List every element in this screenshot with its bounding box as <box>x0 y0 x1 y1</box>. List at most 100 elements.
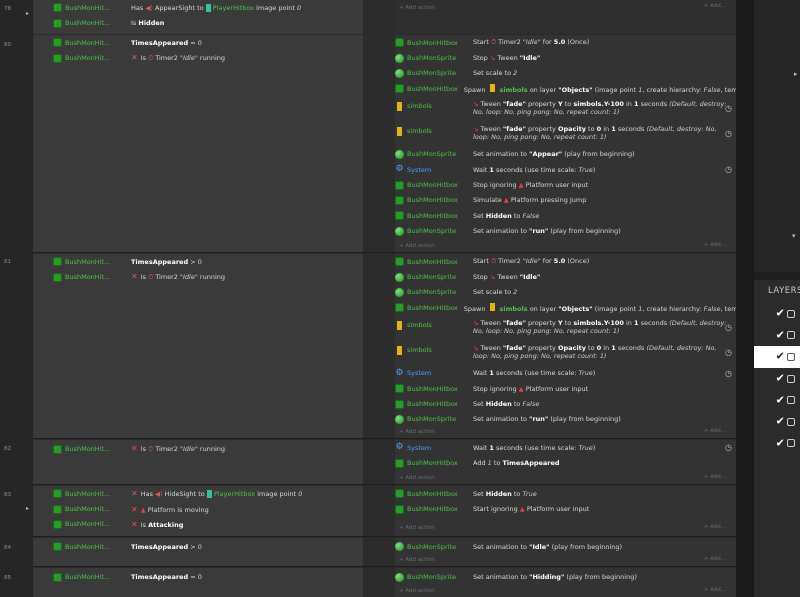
conditions-column[interactable]: BushMonHit... TimesAppeared > 0 <box>33 538 363 566</box>
condition-row[interactable]: BushMonHit... ✕ Is ⏱ Timer2 "Idle" runnin… <box>33 269 363 284</box>
condition-row[interactable]: BushMonHit... TimesAppeared > 0 <box>33 254 363 269</box>
action-text[interactable]: Set Hidden to True <box>467 490 537 498</box>
action-text[interactable]: Set Hidden to False <box>467 212 539 220</box>
action-text[interactable]: Stop ↘ Tween "Idle" <box>467 273 540 281</box>
action-text[interactable]: Wait 1 seconds (use time scale: True) <box>467 166 595 174</box>
scroll-right-icon[interactable]: ▸ <box>794 70 798 78</box>
add-action-link[interactable]: + Add action <box>399 240 435 252</box>
condition-row[interactable]: BushMonHit... Has ◀) AppearSight to Play… <box>33 0 363 15</box>
visibility-check-icon[interactable]: ✔ <box>776 373 785 385</box>
action-text[interactable]: Set animation to "run" (play from beginn… <box>467 415 621 423</box>
lock-icon[interactable] <box>787 396 796 405</box>
action-text[interactable]: ↘ Tween "fade" property Opacity to 0 in … <box>467 344 729 361</box>
layer-row[interactable]: ✔ <box>754 411 800 433</box>
collapse-arrow-icon[interactable]: ▸ <box>26 505 29 512</box>
action-text[interactable]: ↘ Tween "fade" property Y to simbols.Y-1… <box>467 319 729 336</box>
conditions-column[interactable]: BushMonHit... TimesAppeared = 0 BushMonH… <box>33 35 363 252</box>
visibility-check-icon[interactable]: ✔ <box>776 351 785 363</box>
action-text[interactable]: Set scale to 2 <box>467 288 517 296</box>
event-block[interactable]: BushMonHit... TimesAppeared > 0 BushMonS… <box>33 538 736 566</box>
layer-row-selected[interactable]: ✔ <box>754 346 800 368</box>
action-text[interactable]: Spawn simbols on layer "Objects" (image … <box>458 83 736 94</box>
action-text[interactable]: Stop ignoring ▲ Platform user input <box>467 385 588 393</box>
lock-icon[interactable] <box>787 374 796 383</box>
condition-row[interactable]: BushMonHit... Is Hidden <box>33 15 363 30</box>
lock-icon[interactable] <box>787 352 796 361</box>
condition-row[interactable]: BushMonHit... TimesAppeared = 0 <box>33 35 363 50</box>
actions-column[interactable]: BushMonSprite Set animation to "Idle" (pl… <box>395 538 736 555</box>
add-action-link[interactable]: + Add action <box>399 2 435 14</box>
condition-row[interactable]: BushMonHit... ✕ Is ⏱ Timer2 "Idle" runnin… <box>33 50 363 65</box>
scroll-down-icon[interactable]: ▾ <box>792 232 796 240</box>
action-text[interactable]: Spawn simbols on layer "Objects" (image … <box>458 302 736 313</box>
event-block[interactable]: BushMonHit... TimesAppeared = 0 BushMonS… <box>33 568 736 597</box>
event-block[interactable]: BushMonHit... ✕ Is ⏱ Timer2 "Idle" runnin… <box>33 440 736 484</box>
layers-list[interactable]: ✔ ✔ ✔ ✔ ✔ ✔ ✔ <box>754 303 800 454</box>
add-link[interactable]: + Add... <box>704 428 726 434</box>
action-text[interactable]: Set scale to 2 <box>467 69 517 77</box>
action-text[interactable]: Start ⏱ Timer2 "Idle" for 5.0 (Once) <box>467 257 589 266</box>
add-link[interactable]: + Add... <box>704 556 726 562</box>
action-text[interactable]: Set animation to "Idle" (play from begin… <box>467 543 622 551</box>
visibility-check-icon[interactable]: ✔ <box>776 416 785 428</box>
conditions-column[interactable]: BushMonHit... Has ◀) AppearSight to Play… <box>33 0 363 34</box>
lock-icon[interactable] <box>787 417 796 426</box>
layer-row[interactable]: ✔ <box>754 389 800 411</box>
lock-icon[interactable] <box>787 331 796 340</box>
condition-row[interactable]: BushMonHit... ✕ ▲ Platform is moving <box>33 501 363 516</box>
condition-row[interactable]: BushMonHit... TimesAppeared > 0 <box>33 538 363 555</box>
action-text[interactable]: Add 1 to TimesAppeared <box>467 459 560 467</box>
add-link[interactable]: + Add... <box>704 587 726 593</box>
actions-column[interactable]: ⚙ System Wait 1 seconds (use time scale: T… <box>395 440 736 471</box>
action-text[interactable]: Set animation to "Hidding" (play from be… <box>467 573 637 581</box>
action-text[interactable]: Wait 1 seconds (use time scale: True) <box>467 369 595 377</box>
visibility-check-icon[interactable]: ✔ <box>776 329 785 341</box>
condition-row[interactable]: BushMonHit... ✕ Is ⏱ Timer2 "Idle" runnin… <box>33 440 363 458</box>
action-text[interactable]: Start ⏱ Timer2 "Idle" for 5.0 (Once) <box>467 38 589 47</box>
layer-row[interactable]: ✔ <box>754 433 800 455</box>
actions-column[interactable]: BushMonHitbox Start ⏱ Timer2 "Idle" for 5… <box>395 35 736 239</box>
layer-row[interactable]: ✔ <box>754 303 800 325</box>
action-text[interactable]: Wait 1 seconds (use time scale: True) <box>467 444 595 452</box>
condition-row[interactable]: BushMonHit... TimesAppeared = 0 <box>33 568 363 586</box>
visibility-check-icon[interactable]: ✔ <box>776 308 785 320</box>
actions-column[interactable]: BushMonHitbox Set Hidden to True BushMonH… <box>395 486 736 517</box>
action-text[interactable]: Set Hidden to False <box>467 400 539 408</box>
event-block[interactable]: BushMonHit... Has ◀) AppearSight to Play… <box>33 0 736 34</box>
action-text[interactable]: Set animation to "run" (play from beginn… <box>467 227 621 235</box>
conditions-column[interactable]: BushMonHit... TimesAppeared > 0 BushMonH… <box>33 254 363 438</box>
action-text[interactable]: ↘ Tween "fade" property Opacity to 0 in … <box>467 125 729 142</box>
action-text[interactable]: ↘ Tween "fade" property Y to simbols.Y-1… <box>467 100 729 117</box>
lock-icon[interactable] <box>787 439 796 448</box>
action-text[interactable]: Stop ↘ Tween "Idle" <box>467 54 540 62</box>
layer-row[interactable]: ✔ <box>754 368 800 390</box>
add-action-link[interactable]: + Add action <box>399 554 435 566</box>
action-text[interactable]: Stop ignoring ▲ Platform user input <box>467 181 588 189</box>
add-action-link[interactable]: + Add action <box>399 585 435 597</box>
add-action-link[interactable]: + Add action <box>399 472 435 484</box>
add-link[interactable]: + Add... <box>704 474 726 480</box>
visibility-check-icon[interactable]: ✔ <box>776 437 785 449</box>
event-block[interactable]: BushMonHit... TimesAppeared > 0 BushMonH… <box>33 254 736 438</box>
layer-row[interactable]: ✔ <box>754 325 800 347</box>
action-text[interactable]: Simulate ▲ Platform pressing Jump <box>467 196 586 204</box>
actions-column[interactable]: BushMonHitbox Start ⏱ Timer2 "Idle" for 5… <box>395 254 736 427</box>
lock-icon[interactable] <box>787 309 796 318</box>
add-link[interactable]: + Add... <box>704 3 726 9</box>
conditions-column[interactable]: BushMonHit... ✕ Has ◀) HideSight to Playe… <box>33 486 363 536</box>
event-block[interactable]: BushMonHit... ✕ Has ◀) HideSight to Playe… <box>33 486 736 536</box>
condition-row[interactable]: BushMonHit... ✕ Has ◀) HideSight to Playe… <box>33 486 363 501</box>
collapse-arrow-icon[interactable]: ▸ <box>26 10 29 17</box>
condition-row[interactable]: BushMonHit... ✕ Is Attacking <box>33 517 363 532</box>
add-action-link[interactable]: + Add action <box>399 426 435 438</box>
event-block[interactable]: BushMonHit... TimesAppeared = 0 BushMonH… <box>33 35 736 252</box>
add-action-link[interactable]: + Add action <box>399 522 435 534</box>
conditions-column[interactable]: BushMonHit... ✕ Is ⏱ Timer2 "Idle" runnin… <box>33 440 363 484</box>
vertical-scrollbar[interactable] <box>736 0 754 597</box>
action-text[interactable]: Start ignoring ▲ Platform user input <box>467 505 589 513</box>
conditions-column[interactable]: BushMonHit... TimesAppeared = 0 <box>33 568 363 597</box>
visibility-check-icon[interactable]: ✔ <box>776 394 785 406</box>
actions-column[interactable]: BushMonSprite Set animation to "Hidding" … <box>395 568 736 586</box>
add-link[interactable]: + Add... <box>704 242 726 248</box>
action-text[interactable]: Set animation to "Appear" (play from beg… <box>467 150 635 158</box>
